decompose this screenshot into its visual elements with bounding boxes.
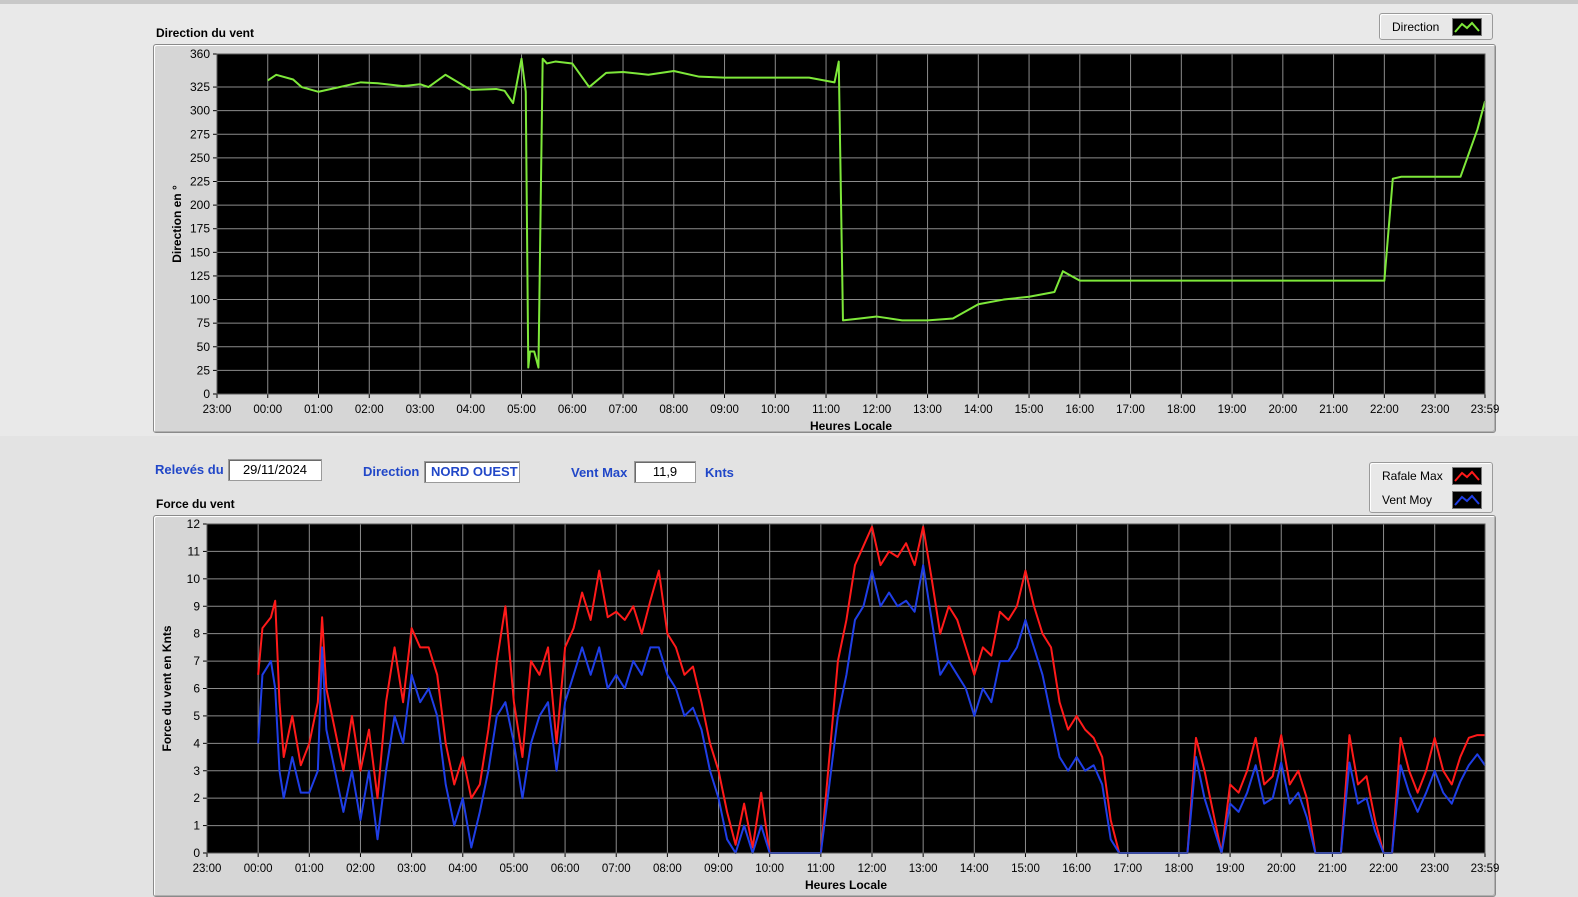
force-x-tick-label: 00:00: [244, 863, 273, 875]
force-y-tick-label: 12: [187, 517, 201, 531]
legend-label-ventmoy: Vent Moy: [1382, 493, 1433, 507]
force-x-tick-label: 06:00: [551, 863, 580, 875]
force-x-tick-label: 17:00: [1113, 863, 1142, 875]
legend-item-rafale[interactable]: Rafale Max: [1370, 464, 1492, 488]
force-x-tick-label: 04:00: [448, 863, 477, 875]
force-x-tick-label: 19:00: [1216, 863, 1245, 875]
force-x-tick-label: 08:00: [653, 863, 682, 875]
force-y-tick-label: 4: [193, 736, 200, 750]
legend-item-ventmoy[interactable]: Vent Moy: [1370, 488, 1492, 512]
force-x-tick-label: 23:00: [1420, 863, 1449, 875]
force-x-tick-label: 07:00: [602, 863, 631, 875]
force-y-tick-label: 9: [193, 599, 200, 613]
force-y-axis-label: Force du vent en Knts: [160, 625, 174, 751]
force-y-tick-label: 7: [193, 654, 200, 668]
force-x-tick-label: 15:00: [1011, 863, 1040, 875]
force-y-tick-label: 0: [193, 846, 200, 860]
force-y-tick-label: 10: [187, 572, 201, 586]
force-y-tick-label: 8: [193, 627, 200, 641]
force-x-tick-label: 16:00: [1062, 863, 1091, 875]
force-x-tick-label: 22:00: [1369, 863, 1398, 875]
force-x-tick-label: 09:00: [704, 863, 733, 875]
force-x-tick-label: 12:00: [858, 863, 887, 875]
force-x-axis-label: Heures Locale: [805, 878, 887, 892]
force-x-tick-label: 02:00: [346, 863, 375, 875]
force-x-tick-label: 11:00: [807, 863, 835, 875]
force-x-tick-label: 10:00: [755, 863, 784, 875]
force-y-tick-label: 11: [188, 544, 201, 558]
force-x-tick-label: 13:00: [909, 863, 938, 875]
force-y-tick-label: 1: [193, 819, 200, 833]
force-x-tick-label: 21:00: [1318, 863, 1347, 875]
force-x-tick-label: 20:00: [1267, 863, 1296, 875]
force-chart: 23:00 00:00 01:00 02:00 03:00 04:00 05:00 06:00…: [160, 517, 1500, 892]
legend-swatch-ventmoy[interactable]: [1452, 491, 1482, 509]
force-y-tick-label: 5: [193, 709, 200, 723]
force-x-tick-label: 03:00: [397, 863, 426, 875]
force-legend: Rafale Max Vent Moy: [1369, 462, 1493, 513]
force-y-tick-label: 3: [193, 764, 200, 778]
force-y-tick-label: 2: [193, 791, 200, 805]
force-x-tick-label: 18:00: [1165, 863, 1194, 875]
force-x-tick-label: 05:00: [500, 863, 529, 875]
force-x-tick-label: 23:00: [193, 863, 222, 875]
legend-swatch-rafale[interactable]: [1452, 467, 1482, 485]
force-x-tick-label: 14:00: [960, 863, 989, 875]
force-x-tick-label: 23:59: [1471, 863, 1500, 875]
force-x-tick-label: 01:00: [295, 863, 324, 875]
force-y-tick-label: 6: [193, 682, 200, 696]
legend-label-rafale: Rafale Max: [1382, 469, 1443, 483]
